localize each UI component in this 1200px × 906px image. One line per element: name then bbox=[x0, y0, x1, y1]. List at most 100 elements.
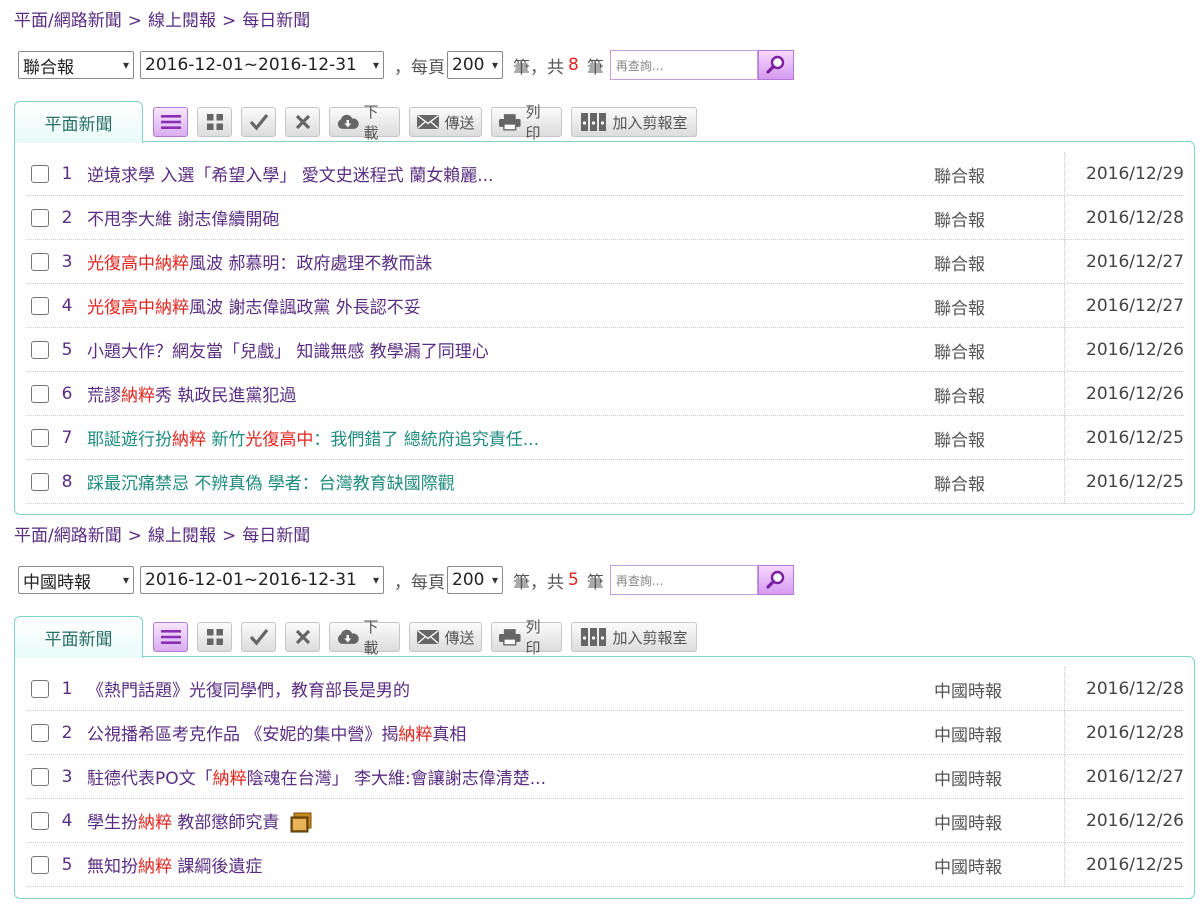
cloud-download-icon bbox=[337, 114, 359, 129]
print-button[interactable]: 列印 bbox=[491, 618, 562, 657]
row-checkbox[interactable] bbox=[31, 679, 49, 698]
table-row: 7 耶誕遊行扮納粹 新竹光復高中：我們錯了 總統府追究責任... 聯合報 2016/1… bbox=[27, 416, 1184, 460]
print-label: 列印 bbox=[525, 103, 541, 142]
row-checkbox[interactable] bbox=[31, 472, 49, 491]
print-button[interactable]: 列印 bbox=[491, 103, 562, 142]
clear-selection-button[interactable] bbox=[285, 622, 320, 652]
date-range-select[interactable]: 2016-12-01~2016-12-31 ▾ bbox=[140, 51, 384, 79]
article-title-link[interactable]: 不甩李大維 謝志偉續開砲 bbox=[87, 205, 279, 230]
article-title-link[interactable]: 荒謬納粹秀 執政民進黨犯過 bbox=[87, 381, 296, 406]
row-source: 聯合報 bbox=[934, 210, 985, 231]
results-list: 1 逆境求學 入選「希望入學」 愛文史迷程式 蘭女賴麗... 聯合報 2016/12/… bbox=[27, 152, 1184, 504]
article-title-link[interactable]: 《熱門話題》光復同學們，教育部長是男的 bbox=[87, 676, 410, 701]
row-checkbox[interactable] bbox=[31, 340, 49, 359]
keyword-highlight: 光復高中 bbox=[87, 254, 155, 274]
title-text: 真相 bbox=[432, 725, 467, 745]
breadcrumb-item-online[interactable]: 線上閱報 bbox=[148, 526, 216, 546]
count-prefix: 筆，共 bbox=[513, 572, 564, 593]
article-title-link[interactable]: 公視播希區考克作品 《安妮的集中營》揭納粹真相 bbox=[87, 720, 466, 745]
breadcrumb-item-news[interactable]: 平面/網路新聞 bbox=[14, 526, 122, 546]
row-date: 2016/12/27 bbox=[1064, 284, 1184, 328]
count-suffix: 筆 bbox=[586, 572, 604, 593]
article-title-link[interactable]: 駐德代表PO文「納粹陰魂在台灣」 李大維:會讓謝志偉清楚... bbox=[87, 764, 546, 789]
row-date: 2016/12/28 bbox=[1064, 667, 1184, 711]
row-source: 聯合報 bbox=[934, 254, 985, 275]
newspaper-select[interactable]: 中國時報 ▾ bbox=[18, 566, 134, 594]
select-all-button[interactable] bbox=[241, 107, 276, 137]
row-checkbox[interactable] bbox=[31, 767, 49, 786]
tab-print-news[interactable]: 平面新聞 bbox=[14, 616, 143, 658]
list-icon bbox=[160, 115, 181, 129]
article-title-link[interactable]: 踩最沉痛禁忌 不辨真偽 學者：台灣教育缺國際觀 bbox=[87, 469, 455, 494]
row-number: 1 bbox=[61, 678, 73, 699]
newspaper-select[interactable]: 聯合報 ▾ bbox=[18, 51, 134, 79]
title-text: 風波 郝慕明：政府處理不教而誅 bbox=[189, 254, 433, 274]
row-source: 中國時報 bbox=[934, 681, 1002, 702]
article-title-link[interactable]: 小題大作？網友當「兒戲」 知識無感 教學漏了同理心 bbox=[87, 337, 489, 362]
row-date: 2016/12/25 bbox=[1064, 416, 1184, 460]
chevron-down-icon: ▾ bbox=[491, 58, 498, 72]
grid-view-button[interactable] bbox=[197, 107, 232, 137]
keyword-highlight: 納粹 bbox=[138, 812, 172, 833]
send-button[interactable]: 傳送 bbox=[409, 107, 482, 137]
search-button[interactable] bbox=[757, 565, 794, 595]
title-text: 公視播希區考克作品 《安妮的集中營》揭 bbox=[87, 725, 399, 745]
check-icon bbox=[249, 113, 268, 131]
article-title-link[interactable]: 耶誕遊行扮納粹 新竹光復高中：我們錯了 總統府追究責任... bbox=[87, 425, 539, 450]
breadcrumb-item-online[interactable]: 線上閱報 bbox=[148, 11, 216, 31]
article-title-link[interactable]: 學生扮納粹 教部懲師究責 bbox=[87, 808, 313, 834]
row-date: 2016/12/28 bbox=[1064, 711, 1184, 755]
row-number: 4 bbox=[61, 295, 73, 316]
breadcrumb-item-daily[interactable]: 每日新聞 bbox=[242, 11, 310, 31]
search-input[interactable]: 再查詢... bbox=[609, 565, 758, 595]
title-text: ：我們錯了 總統府追究責任... bbox=[313, 430, 540, 450]
download-button[interactable]: 下載 bbox=[329, 618, 400, 657]
download-button[interactable]: 下載 bbox=[329, 103, 400, 142]
send-button[interactable]: 傳送 bbox=[409, 622, 482, 652]
row-checkbox[interactable] bbox=[31, 855, 49, 874]
printer-icon bbox=[498, 629, 521, 646]
count-suffix: 筆 bbox=[586, 57, 604, 78]
table-row: 6 荒謬納粹秀 執政民進黨犯過 聯合報 2016/12/26 bbox=[27, 372, 1184, 416]
row-checkbox[interactable] bbox=[31, 723, 49, 742]
row-checkbox[interactable] bbox=[31, 164, 49, 183]
page: 平面/網路新聞 > 線上閱報 > 每日新聞 聯合報 ▾ 2016-12-01~2016-… bbox=[0, 0, 1200, 906]
per-page-select[interactable]: 200 ▾ bbox=[447, 51, 503, 79]
photo-icon[interactable] bbox=[289, 812, 313, 834]
clear-selection-button[interactable] bbox=[285, 107, 320, 137]
article-title-link[interactable]: 無知扮納粹 課綱後遺症 bbox=[87, 852, 262, 877]
search-input[interactable]: 再查詢... bbox=[609, 50, 758, 80]
row-checkbox[interactable] bbox=[31, 428, 49, 447]
tab-print-news[interactable]: 平面新聞 bbox=[14, 101, 143, 143]
search-button[interactable] bbox=[757, 50, 794, 80]
row-checkbox[interactable] bbox=[31, 296, 49, 315]
grid-view-button[interactable] bbox=[197, 622, 232, 652]
row-date: 2016/12/28 bbox=[1064, 196, 1184, 240]
printer-icon bbox=[498, 114, 521, 131]
row-checkbox[interactable] bbox=[31, 811, 49, 830]
row-checkbox[interactable] bbox=[31, 384, 49, 403]
list-view-button[interactable] bbox=[153, 622, 188, 652]
article-title-link[interactable]: 光復高中納粹風波 郝慕明：政府處理不教而誅 bbox=[87, 249, 432, 274]
result-count: 8 bbox=[568, 55, 579, 75]
row-checkbox[interactable] bbox=[31, 252, 49, 271]
row-number: 1 bbox=[61, 163, 73, 184]
breadcrumb-item-daily[interactable]: 每日新聞 bbox=[242, 526, 310, 546]
article-title-link[interactable]: 逆境求學 入選「希望入學」 愛文史迷程式 蘭女賴麗... bbox=[87, 161, 493, 186]
add-to-clippings-button[interactable]: 加入剪報室 bbox=[571, 622, 697, 652]
table-row: 2 公視播希區考克作品 《安妮的集中營》揭納粹真相 中國時報 2016/12/28 bbox=[27, 711, 1184, 755]
add-to-clippings-button[interactable]: 加入剪報室 bbox=[571, 107, 697, 137]
date-range-select[interactable]: 2016-12-01~2016-12-31 ▾ bbox=[140, 566, 384, 594]
title-text: 無知扮 bbox=[87, 857, 138, 877]
row-checkbox[interactable] bbox=[31, 208, 49, 227]
table-row: 3 光復高中納粹風波 郝慕明：政府處理不教而誅 聯合報 2016/12/27 bbox=[27, 240, 1184, 284]
article-title-link[interactable]: 光復高中納粹風波 謝志偉諷政黨 外長認不妥 bbox=[87, 293, 421, 318]
send-label: 傳送 bbox=[444, 628, 475, 647]
select-all-button[interactable] bbox=[241, 622, 276, 652]
breadcrumb-item-news[interactable]: 平面/網路新聞 bbox=[14, 11, 122, 31]
keyword-highlight: 納粹 bbox=[138, 857, 172, 877]
list-view-button[interactable] bbox=[153, 107, 188, 137]
envelope-icon bbox=[417, 629, 440, 644]
per-page-select[interactable]: 200 ▾ bbox=[447, 566, 503, 594]
news-section: 平面/網路新聞 > 線上閱報 > 每日新聞 中國時報 ▾ 2016-12-01~2016… bbox=[0, 515, 1200, 906]
